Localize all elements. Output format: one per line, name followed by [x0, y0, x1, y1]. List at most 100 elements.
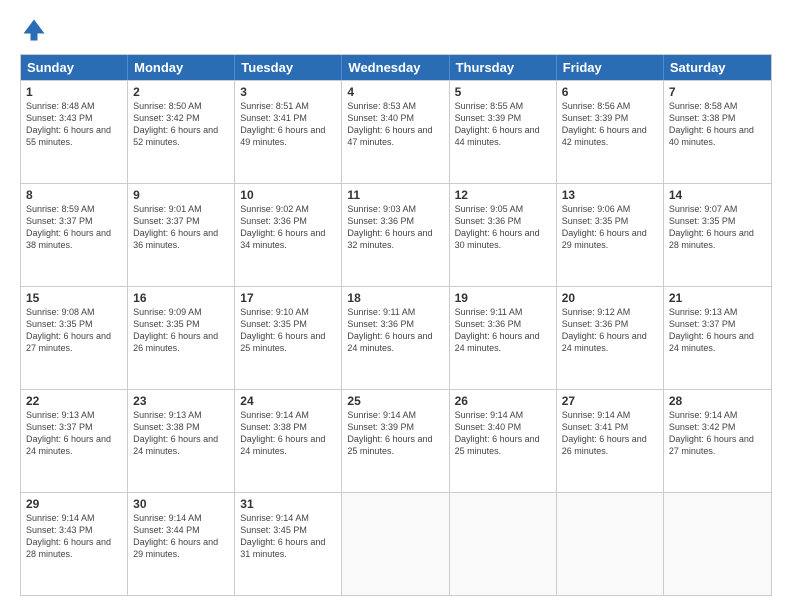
daylight-label: Daylight: 6 hours and 24 minutes. [26, 434, 111, 456]
sunset-label: Sunset: 3:38 PM [240, 422, 307, 432]
day-number: 11 [347, 188, 443, 202]
sunrise-label: Sunrise: 8:50 AM [133, 101, 202, 111]
day-number: 21 [669, 291, 766, 305]
day-header-thursday: Thursday [450, 55, 557, 80]
day-number: 18 [347, 291, 443, 305]
sunrise-label: Sunrise: 9:14 AM [240, 513, 309, 523]
day-cell-4: 4 Sunrise: 8:53 AM Sunset: 3:40 PM Dayli… [342, 81, 449, 183]
day-info: Sunrise: 9:13 AM Sunset: 3:37 PM Dayligh… [26, 409, 122, 458]
daylight-label: Daylight: 6 hours and 24 minutes. [455, 331, 540, 353]
day-header-sunday: Sunday [21, 55, 128, 80]
day-cell-3: 3 Sunrise: 8:51 AM Sunset: 3:41 PM Dayli… [235, 81, 342, 183]
day-number: 9 [133, 188, 229, 202]
sunrise-label: Sunrise: 8:56 AM [562, 101, 631, 111]
day-number: 25 [347, 394, 443, 408]
day-number: 3 [240, 85, 336, 99]
sunset-label: Sunset: 3:39 PM [562, 113, 629, 123]
generalblue-logo-icon [20, 16, 48, 44]
daylight-label: Daylight: 6 hours and 26 minutes. [562, 434, 647, 456]
header [20, 16, 772, 44]
sunset-label: Sunset: 3:38 PM [133, 422, 200, 432]
day-cell-8: 8 Sunrise: 8:59 AM Sunset: 3:37 PM Dayli… [21, 184, 128, 286]
sunrise-label: Sunrise: 9:09 AM [133, 307, 202, 317]
sunset-label: Sunset: 3:40 PM [455, 422, 522, 432]
daylight-label: Daylight: 6 hours and 28 minutes. [669, 228, 754, 250]
day-info: Sunrise: 9:14 AM Sunset: 3:45 PM Dayligh… [240, 512, 336, 561]
day-info: Sunrise: 8:58 AM Sunset: 3:38 PM Dayligh… [669, 100, 766, 149]
sunset-label: Sunset: 3:43 PM [26, 113, 93, 123]
day-cell-14: 14 Sunrise: 9:07 AM Sunset: 3:35 PM Dayl… [664, 184, 771, 286]
logo [20, 16, 52, 44]
day-number: 4 [347, 85, 443, 99]
day-number: 15 [26, 291, 122, 305]
sunrise-label: Sunrise: 8:51 AM [240, 101, 309, 111]
sunset-label: Sunset: 3:45 PM [240, 525, 307, 535]
sunrise-label: Sunrise: 9:14 AM [240, 410, 309, 420]
calendar: SundayMondayTuesdayWednesdayThursdayFrid… [20, 54, 772, 596]
day-info: Sunrise: 9:13 AM Sunset: 3:38 PM Dayligh… [133, 409, 229, 458]
sunset-label: Sunset: 3:41 PM [562, 422, 629, 432]
daylight-label: Daylight: 6 hours and 26 minutes. [133, 331, 218, 353]
daylight-label: Daylight: 6 hours and 31 minutes. [240, 537, 325, 559]
sunrise-label: Sunrise: 9:14 AM [455, 410, 524, 420]
sunset-label: Sunset: 3:36 PM [455, 216, 522, 226]
daylight-label: Daylight: 6 hours and 25 minutes. [347, 434, 432, 456]
day-cell-1: 1 Sunrise: 8:48 AM Sunset: 3:43 PM Dayli… [21, 81, 128, 183]
day-info: Sunrise: 9:11 AM Sunset: 3:36 PM Dayligh… [455, 306, 551, 355]
daylight-label: Daylight: 6 hours and 30 minutes. [455, 228, 540, 250]
daylight-label: Daylight: 6 hours and 27 minutes. [669, 434, 754, 456]
week-row-3: 15 Sunrise: 9:08 AM Sunset: 3:35 PM Dayl… [21, 286, 771, 389]
daylight-label: Daylight: 6 hours and 27 minutes. [26, 331, 111, 353]
day-info: Sunrise: 9:14 AM Sunset: 3:42 PM Dayligh… [669, 409, 766, 458]
day-number: 12 [455, 188, 551, 202]
day-info: Sunrise: 8:59 AM Sunset: 3:37 PM Dayligh… [26, 203, 122, 252]
sunrise-label: Sunrise: 9:14 AM [133, 513, 202, 523]
day-number: 28 [669, 394, 766, 408]
day-info: Sunrise: 8:56 AM Sunset: 3:39 PM Dayligh… [562, 100, 658, 149]
calendar-header: SundayMondayTuesdayWednesdayThursdayFrid… [21, 55, 771, 80]
empty-cell [450, 493, 557, 595]
day-number: 14 [669, 188, 766, 202]
day-cell-28: 28 Sunrise: 9:14 AM Sunset: 3:42 PM Dayl… [664, 390, 771, 492]
day-info: Sunrise: 9:14 AM Sunset: 3:43 PM Dayligh… [26, 512, 122, 561]
day-number: 20 [562, 291, 658, 305]
day-cell-30: 30 Sunrise: 9:14 AM Sunset: 3:44 PM Dayl… [128, 493, 235, 595]
sunrise-label: Sunrise: 9:13 AM [26, 410, 95, 420]
day-cell-6: 6 Sunrise: 8:56 AM Sunset: 3:39 PM Dayli… [557, 81, 664, 183]
sunset-label: Sunset: 3:44 PM [133, 525, 200, 535]
day-info: Sunrise: 9:08 AM Sunset: 3:35 PM Dayligh… [26, 306, 122, 355]
sunset-label: Sunset: 3:37 PM [669, 319, 736, 329]
daylight-label: Daylight: 6 hours and 32 minutes. [347, 228, 432, 250]
day-info: Sunrise: 9:12 AM Sunset: 3:36 PM Dayligh… [562, 306, 658, 355]
day-cell-19: 19 Sunrise: 9:11 AM Sunset: 3:36 PM Dayl… [450, 287, 557, 389]
day-header-tuesday: Tuesday [235, 55, 342, 80]
empty-cell [342, 493, 449, 595]
sunrise-label: Sunrise: 9:03 AM [347, 204, 416, 214]
sunset-label: Sunset: 3:39 PM [455, 113, 522, 123]
day-number: 26 [455, 394, 551, 408]
day-cell-7: 7 Sunrise: 8:58 AM Sunset: 3:38 PM Dayli… [664, 81, 771, 183]
day-info: Sunrise: 9:14 AM Sunset: 3:38 PM Dayligh… [240, 409, 336, 458]
day-number: 8 [26, 188, 122, 202]
week-row-2: 8 Sunrise: 8:59 AM Sunset: 3:37 PM Dayli… [21, 183, 771, 286]
daylight-label: Daylight: 6 hours and 49 minutes. [240, 125, 325, 147]
sunrise-label: Sunrise: 9:14 AM [26, 513, 95, 523]
sunset-label: Sunset: 3:35 PM [26, 319, 93, 329]
sunset-label: Sunset: 3:40 PM [347, 113, 414, 123]
page: SundayMondayTuesdayWednesdayThursdayFrid… [0, 0, 792, 612]
sunset-label: Sunset: 3:37 PM [26, 216, 93, 226]
sunset-label: Sunset: 3:35 PM [562, 216, 629, 226]
day-info: Sunrise: 9:14 AM Sunset: 3:39 PM Dayligh… [347, 409, 443, 458]
day-cell-22: 22 Sunrise: 9:13 AM Sunset: 3:37 PM Dayl… [21, 390, 128, 492]
day-header-wednesday: Wednesday [342, 55, 449, 80]
sunrise-label: Sunrise: 9:14 AM [669, 410, 738, 420]
day-info: Sunrise: 9:06 AM Sunset: 3:35 PM Dayligh… [562, 203, 658, 252]
day-info: Sunrise: 9:14 AM Sunset: 3:40 PM Dayligh… [455, 409, 551, 458]
sunrise-label: Sunrise: 9:06 AM [562, 204, 631, 214]
day-cell-18: 18 Sunrise: 9:11 AM Sunset: 3:36 PM Dayl… [342, 287, 449, 389]
day-cell-31: 31 Sunrise: 9:14 AM Sunset: 3:45 PM Dayl… [235, 493, 342, 595]
day-number: 22 [26, 394, 122, 408]
daylight-label: Daylight: 6 hours and 29 minutes. [133, 537, 218, 559]
day-number: 19 [455, 291, 551, 305]
daylight-label: Daylight: 6 hours and 24 minutes. [133, 434, 218, 456]
